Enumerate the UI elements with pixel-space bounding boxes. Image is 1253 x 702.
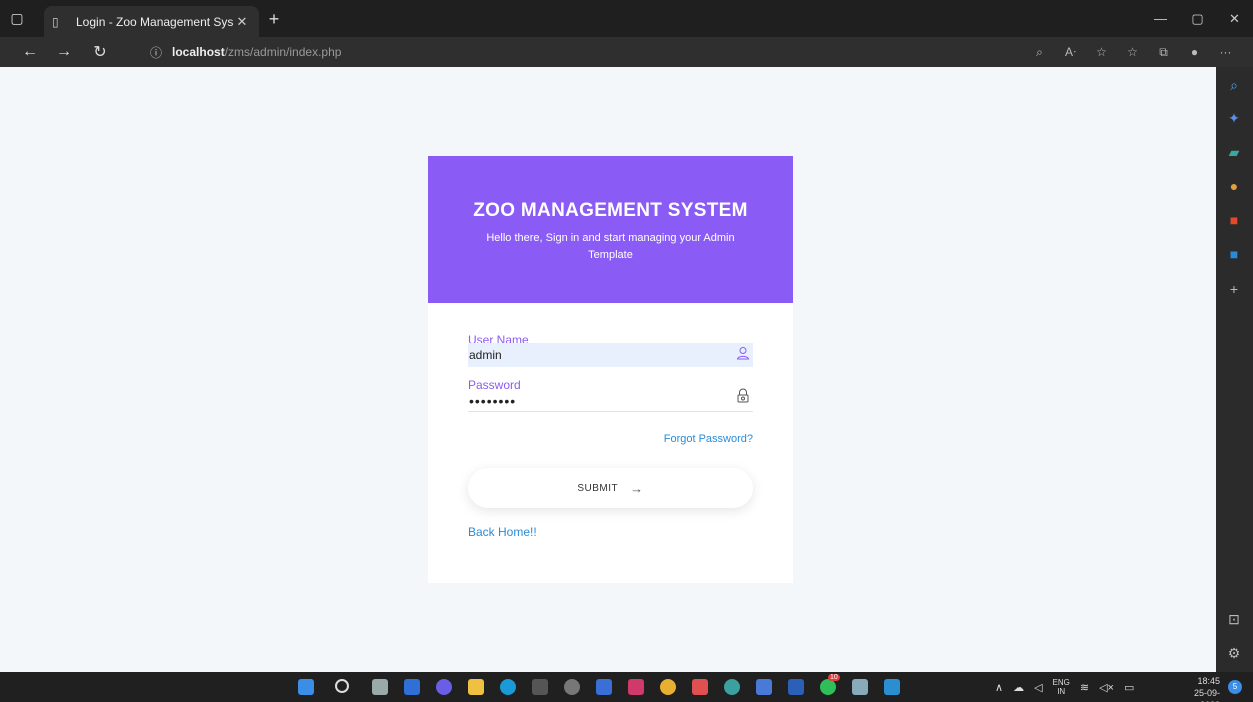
tools-icon[interactable]: ● — [1226, 178, 1242, 194]
arrow-right-icon: → — [630, 480, 644, 496]
minimize-icon[interactable]: — — [1142, 0, 1179, 37]
login-subtitle: Hello there, Sign in and start managing … — [486, 232, 735, 261]
battery-icon[interactable]: ▭ — [1124, 681, 1134, 694]
close-window-icon[interactable]: ✕ — [1216, 0, 1253, 37]
region-code: IN — [1057, 687, 1066, 696]
add-favorite-icon[interactable]: ☆ — [1086, 45, 1117, 59]
windows-taskbar: 10 ∧ ☁ ◁ ENG IN ≋ ◁× ▭ 18:45 25-09-2022 … — [0, 672, 1253, 702]
start-icon[interactable] — [298, 679, 314, 695]
chrome-icon[interactable] — [660, 679, 676, 695]
close-tab-icon[interactable]: ✕ — [233, 14, 251, 30]
more-icon[interactable]: ··· — [1210, 45, 1241, 59]
back-home-link[interactable]: Back Home!! — [468, 525, 537, 539]
chevron-up-icon[interactable]: ∧ — [995, 681, 1003, 694]
url-host: localhost — [172, 45, 225, 59]
password-input[interactable]: •••••••• — [468, 388, 753, 412]
add-icon[interactable]: + — [1226, 281, 1242, 297]
username-input[interactable]: admin — [468, 343, 753, 367]
tab-actions-icon[interactable]: ▢ — [0, 0, 34, 37]
volume-icon[interactable]: ◁× — [1099, 681, 1114, 694]
url-path: /zms/admin/index.php — [224, 45, 342, 59]
login-card: ZOO MANAGEMENT SYSTEM Hello there, Sign … — [428, 156, 793, 583]
lock-icon — [735, 388, 751, 404]
system-tray: ∧ ☁ ◁ ENG IN ≋ ◁× ▭ — [995, 672, 1144, 702]
login-header: ZOO MANAGEMENT SYSTEM Hello there, Sign … — [428, 156, 793, 303]
tab-title: Login - Zoo Management System — [76, 14, 233, 29]
site-info-icon[interactable]: ⓘ — [150, 44, 162, 61]
discover-icon[interactable]: ✦ — [1226, 110, 1242, 126]
word-icon[interactable] — [788, 679, 804, 695]
whatsapp-badge: 10 — [828, 674, 840, 681]
app-icon[interactable] — [596, 679, 612, 695]
edge-icon[interactable] — [500, 679, 516, 695]
file-explorer-icon[interactable] — [468, 679, 484, 695]
location-icon[interactable]: ◁ — [1034, 681, 1042, 694]
wifi-icon[interactable]: ≋ — [1080, 681, 1089, 694]
tab-login[interactable]: ▯ Login - Zoo Management System ✕ — [44, 6, 259, 37]
task-view-icon[interactable] — [372, 679, 388, 695]
forgot-password-link[interactable]: Forgot Password? — [664, 433, 753, 445]
login-title: ZOO MANAGEMENT SYSTEM — [473, 200, 748, 221]
clock-time: 18:45 — [1197, 676, 1220, 686]
xampp-icon[interactable] — [692, 679, 708, 695]
edge-sidebar: ⌕ ✦ ▰ ● ■ ■ + ⊡ ⚙ — [1216, 67, 1253, 672]
clock-date: 25-09-2022 — [1193, 688, 1220, 702]
whatsapp-icon[interactable]: 10 — [820, 674, 840, 695]
back-icon[interactable]: ← — [16, 37, 44, 67]
chat-icon[interactable] — [436, 679, 452, 695]
antivirus-icon[interactable] — [628, 679, 644, 695]
restore-icon[interactable]: ▢ — [1179, 0, 1216, 37]
forward-icon[interactable]: → — [50, 37, 78, 67]
notification-badge[interactable]: 5 — [1228, 680, 1242, 694]
favorites-icon[interactable]: ☆ — [1117, 45, 1148, 59]
user-icon — [735, 346, 751, 362]
submit-button[interactable]: SUBMIT → — [468, 468, 753, 508]
settings-icon[interactable]: ⚙ — [1226, 645, 1242, 661]
collections-icon[interactable]: ⧉ — [1148, 45, 1179, 60]
read-aloud-icon[interactable]: Aᐧ — [1055, 45, 1086, 59]
notepad-icon[interactable] — [884, 679, 900, 695]
search-icon[interactable]: ⌕ — [1226, 77, 1242, 93]
url-field[interactable]: ⓘ localhost/zms/admin/index.php — [150, 37, 341, 67]
password-field[interactable]: •••••••• — [468, 388, 753, 416]
language-code: ENG — [1052, 678, 1070, 687]
submit-label: SUBMIT — [577, 482, 619, 494]
app-icon-2[interactable] — [724, 679, 740, 695]
unity-icon[interactable] — [564, 679, 580, 695]
browser-tab-bar: ▢ ▯ Login - Zoo Management System ✕ + — … — [0, 0, 1253, 37]
search-icon[interactable] — [335, 679, 349, 693]
new-tab-button[interactable]: + — [262, 7, 286, 31]
clock[interactable]: 18:45 25-09-2022 — [1180, 675, 1220, 702]
store-icon[interactable] — [532, 679, 548, 695]
outlook-icon[interactable]: ■ — [1226, 246, 1242, 262]
office-icon[interactable]: ■ — [1226, 212, 1242, 228]
widgets-icon[interactable] — [404, 679, 420, 695]
app-icon-4[interactable] — [852, 679, 868, 695]
refresh-icon[interactable]: ↻ — [86, 37, 114, 67]
shopping-icon[interactable]: ▰ — [1226, 144, 1242, 160]
app-icon-3[interactable] — [756, 679, 772, 695]
search-icon[interactable]: ⌕ — [1024, 45, 1055, 60]
cloud-icon[interactable]: ☁ — [1013, 681, 1024, 694]
profile-icon[interactable]: ● — [1179, 45, 1210, 59]
username-field[interactable]: admin — [468, 343, 753, 371]
address-bar-row: ← → ↻ ⓘ localhost/zms/admin/index.php ⌕ … — [0, 37, 1253, 67]
hide-sidebar-icon[interactable]: ⊡ — [1226, 611, 1242, 627]
page-icon: ▯ — [52, 14, 59, 29]
language-indicator[interactable]: ENG IN — [1053, 678, 1070, 696]
